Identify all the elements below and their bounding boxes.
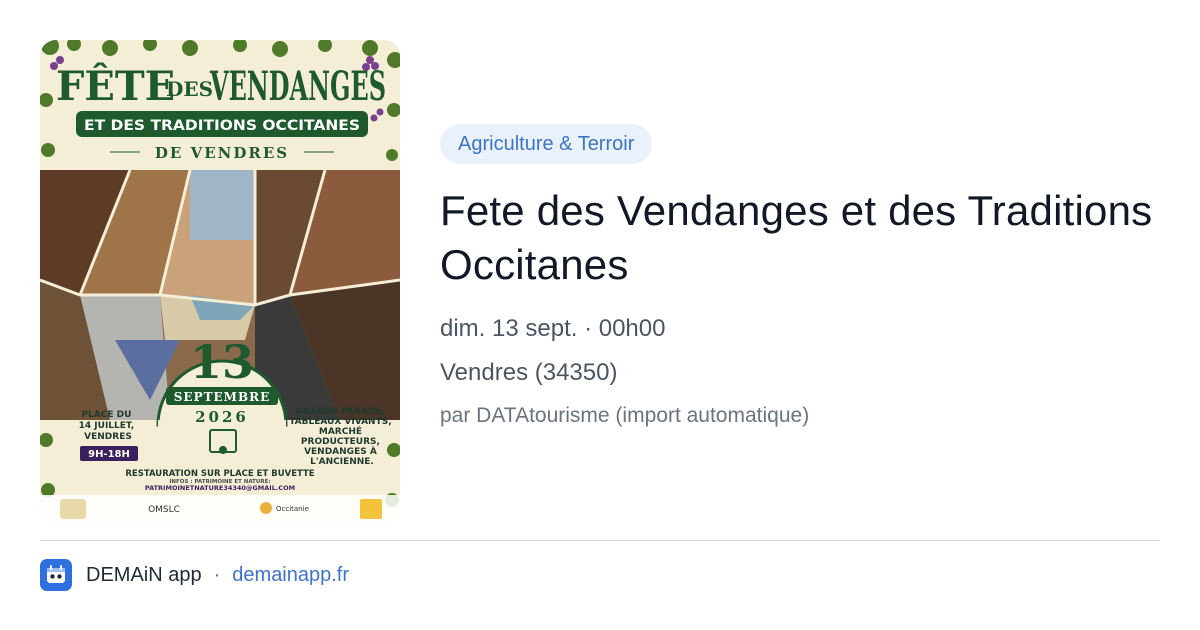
poster-location: PLACE DU 14 JUILLET, VENDRES (79, 410, 138, 442)
divider (40, 540, 1160, 541)
poster-day: 13 (190, 335, 254, 389)
app-domain-link[interactable]: demainapp.fr (232, 564, 349, 587)
logo-vendres (360, 499, 382, 519)
event-source: par DATAtourisme (import automatique) (440, 404, 810, 427)
category-tag[interactable]: Agriculture & Terroir (440, 124, 653, 164)
logo-occitanie: Occitanie (276, 505, 309, 513)
event-datetime: dim. 13 sept. · 00h00 (440, 315, 666, 342)
event-location: Vendres (34350) (440, 359, 618, 386)
logo-occitanie-mark (260, 502, 272, 514)
event-details: Agriculture & Terroir Fete des Vendanges… (440, 124, 1160, 430)
poster-title-vendanges: VENDANGES (209, 63, 386, 110)
logo-patrimoine (60, 499, 86, 519)
poster-restauration: RESTAURATION SUR PLACE ET BUVETTE (125, 469, 314, 479)
footer: DEMAiN app · demainapp.fr (40, 558, 349, 592)
event-poster[interactable]: FÊTE DES VENDANGES ET DES TRADITIONS OCC… (40, 40, 400, 523)
app-name: DEMAiN app (86, 563, 202, 586)
event-title[interactable]: Fete des Vendanges et des Traditions Occ… (440, 184, 1160, 292)
poster-artwork: FÊTE DES VENDANGES ET DES TRADITIONS OCC… (40, 40, 400, 523)
logo-omslc: OMSLC (148, 505, 180, 515)
poster-hours: 9H-18H (88, 449, 130, 460)
poster-month: SEPTEMBRE (174, 390, 270, 404)
poster-banner-text: ET DES TRADITIONS OCCITANES (84, 118, 360, 134)
poster-title-fete: FÊTE (56, 63, 175, 110)
poster-subtitle: DE VENDRES (155, 144, 289, 162)
poster-email: PATRIMOINETNATURE34340@GMAIL.COM (145, 484, 295, 492)
poster-title-des: DES (166, 77, 213, 101)
demain-app-icon[interactable] (40, 559, 72, 591)
share-card: FÊTE DES VENDANGES ET DES TRADITIONS OCC… (0, 0, 1200, 630)
poster-year: 2026 (195, 408, 249, 426)
footer-separator: · (213, 563, 221, 586)
